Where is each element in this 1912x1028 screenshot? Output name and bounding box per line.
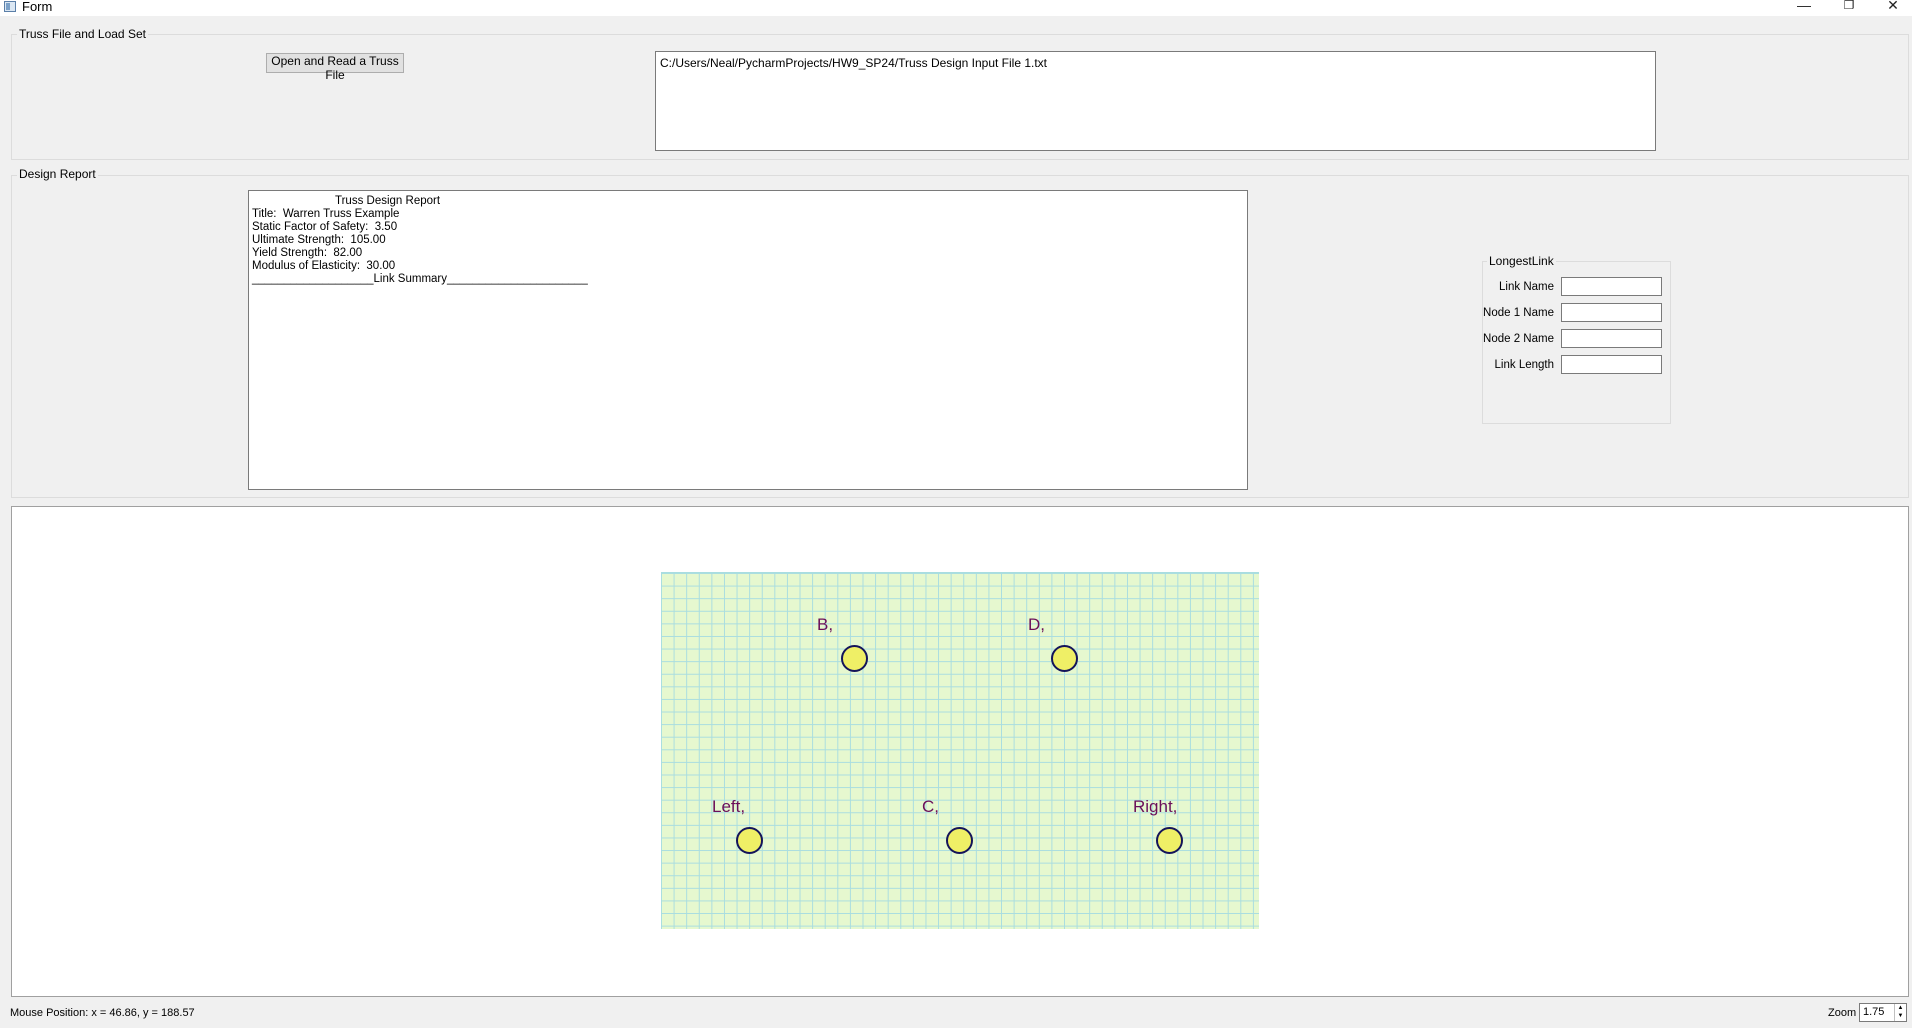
node2-name-field[interactable]	[1561, 329, 1662, 348]
zoom-spinbox[interactable]: 1.75 ▲ ▼	[1859, 1003, 1907, 1022]
node-label-d: D,	[1028, 615, 1045, 634]
mouse-position-readout: Mouse Position: x = 46.86, y = 188.57	[10, 1007, 195, 1019]
node-d[interactable]	[1051, 645, 1078, 672]
link-length-label: Link Length	[1494, 359, 1554, 371]
design-report-group-title: Design Report	[17, 167, 98, 181]
spin-arrows-icon[interactable]: ▲ ▼	[1894, 1004, 1906, 1021]
node2-name-label: Node 2 Name	[1483, 333, 1554, 345]
node-label-left: Left,	[712, 797, 746, 816]
report-line-link-summary: ___________________Link Summary_________…	[252, 273, 588, 285]
report-line-modulus: Modulus of Elasticity: 30.00	[252, 260, 396, 272]
design-report-textbox[interactable]: Truss Design Report Title: Warren Truss E…	[248, 190, 1248, 490]
node-b[interactable]	[841, 645, 868, 672]
drawing-grid	[661, 572, 1259, 929]
node1-name-label: Node 1 Name	[1483, 307, 1554, 319]
zoom-value[interactable]: 1.75	[1863, 1006, 1884, 1018]
node-label-b: B,	[817, 615, 834, 634]
link-name-label: Link Name	[1499, 281, 1554, 293]
zoom-label: Zoom	[1828, 1007, 1857, 1019]
node-label-right: Right,	[1133, 797, 1178, 816]
report-line-title: Title: Warren Truss Example	[252, 208, 400, 220]
node-right[interactable]	[1156, 827, 1183, 854]
open-truss-file-button[interactable]: Open and Read a Truss File	[266, 53, 404, 82]
file-path-textbox[interactable]: C:/Users/Neal/PycharmProjects/HW9_SP24/T…	[655, 51, 1656, 151]
restore-icon[interactable]: ❐	[1834, 0, 1864, 12]
minimize-icon[interactable]: —	[1789, 0, 1819, 13]
report-heading: Truss Design Report	[335, 195, 441, 207]
node-left[interactable]	[736, 827, 763, 854]
link-length-field[interactable]	[1561, 355, 1662, 374]
node1-name-field[interactable]	[1561, 303, 1662, 322]
close-icon[interactable]: ✕	[1878, 0, 1908, 14]
report-line-safety-factor: Static Factor of Safety: 3.50	[252, 221, 398, 233]
report-line-ultimate-strength: Ultimate Strength: 105.00	[252, 234, 386, 246]
report-line-yield-strength: Yield Strength: 82.00	[252, 247, 363, 259]
app-icon	[4, 1, 16, 12]
window-title: Form	[22, 0, 53, 14]
truss-file-group-title: Truss File and Load Set	[17, 27, 148, 41]
longest-link-group-title: LongestLink	[1487, 254, 1556, 268]
node-c[interactable]	[946, 827, 973, 854]
node-label-c: C,	[922, 797, 939, 816]
link-name-field[interactable]	[1561, 277, 1662, 296]
title-bar	[0, 0, 1912, 16]
